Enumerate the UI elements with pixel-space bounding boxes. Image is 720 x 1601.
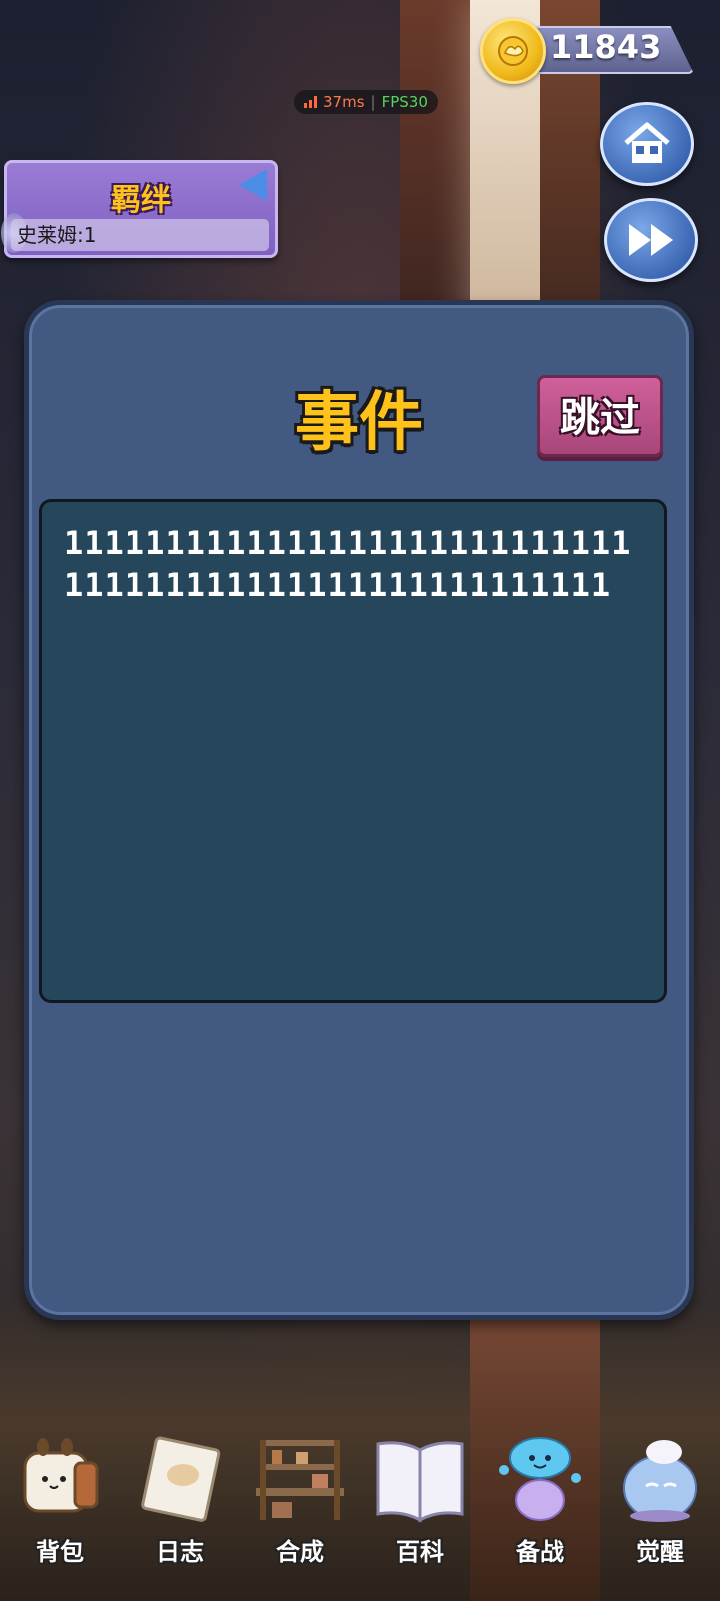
nav-item-journal[interactable]: 日志	[123, 1428, 237, 1588]
currency-value: 11843	[550, 28, 662, 66]
nav-label: 日志	[156, 1538, 204, 1566]
nav-label: 背包	[36, 1538, 84, 1566]
nav-item-prepare-battle[interactable]: 备战	[483, 1428, 597, 1588]
gold-coin-icon	[480, 18, 546, 84]
slime-mushroom-icon	[492, 1428, 588, 1528]
backpack-icon	[12, 1428, 108, 1528]
nav-item-crafting[interactable]: 合成	[243, 1428, 357, 1588]
nav-label: 合成	[276, 1538, 324, 1566]
signal-icon	[304, 96, 317, 108]
bond-item: 史莱姆:1	[11, 219, 269, 251]
nav-label: 备战	[516, 1538, 564, 1566]
encyclopedia-book-icon	[372, 1428, 468, 1528]
home-icon	[624, 122, 670, 163]
nav-item-encyclopedia[interactable]: 百科	[363, 1428, 477, 1588]
fast-forward-icon	[629, 224, 673, 256]
collapse-arrow-icon[interactable]	[239, 169, 267, 201]
awakened-slime-icon	[612, 1428, 708, 1528]
home-button[interactable]	[600, 102, 694, 186]
nav-label: 百科	[396, 1538, 444, 1566]
skip-button[interactable]: 跳过	[537, 375, 663, 457]
network-status: 37ms | FPS30	[294, 90, 438, 114]
event-text-box: 1111111111111111111111111111111111111111…	[39, 499, 667, 1003]
ping-value: 37ms	[323, 93, 365, 111]
background-pillar-left	[400, 0, 470, 340]
bond-title: 羁绊	[111, 183, 171, 218]
nav-item-awaken[interactable]: 觉醒	[603, 1428, 717, 1588]
fast-forward-button[interactable]	[604, 198, 698, 282]
nav-label: 觉醒	[636, 1538, 684, 1566]
bond-panel[interactable]: 羁绊 史莱姆:1	[1, 160, 278, 258]
journal-icon	[132, 1428, 228, 1528]
event-text: 1111111111111111111111111111111111111111…	[64, 524, 632, 604]
nav-item-backpack[interactable]: 背包	[3, 1428, 117, 1588]
crafting-bench-icon	[252, 1428, 348, 1528]
bottom-nav: 背包 日志 合成 百科 备战 觉醒	[0, 1428, 720, 1588]
fps-value: FPS30	[381, 93, 428, 111]
event-panel: 事件 跳过 1111111111111111111111111111111111…	[24, 300, 694, 1320]
status-separator: |	[370, 93, 376, 111]
